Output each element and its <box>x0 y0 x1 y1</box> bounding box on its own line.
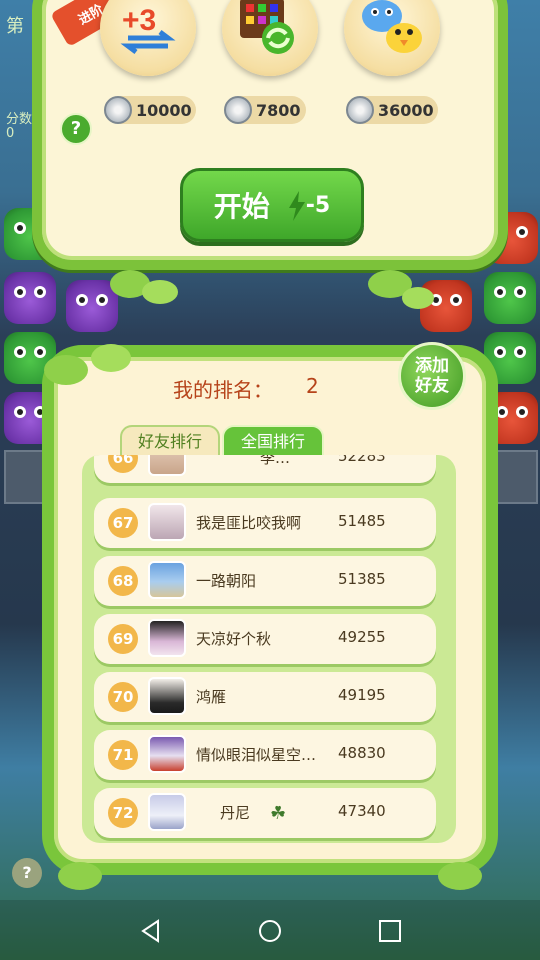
energy-cost: -5 <box>305 192 331 218</box>
avatar <box>148 735 186 773</box>
list-item[interactable]: 72 丹尼 ☘ 47340 <box>94 788 436 838</box>
energy-bolt-icon <box>289 191 305 221</box>
bird-helper-icon <box>362 0 422 53</box>
rank-badge: 68 <box>108 566 138 596</box>
clover-icon: ☘ <box>270 803 287 824</box>
player-name: 天凉好个秋 <box>196 630 272 648</box>
player-name: 鸿雁 <box>196 688 227 706</box>
add-friend-button[interactable]: 添加 好友 <box>398 342 466 410</box>
rank-badge: 67 <box>108 508 138 538</box>
tab-friends-ranking[interactable]: 好友排行 <box>120 425 220 459</box>
ranking-list[interactable]: 66 李… 52283 67 我是匪比咬我啊 51485 68 一路朝阳 513… <box>82 455 456 843</box>
price-bird-helper: 36000 <box>346 96 438 124</box>
vine-leaves-icon <box>110 270 434 309</box>
board-slot <box>494 450 538 504</box>
level-label: 第 <box>6 16 24 37</box>
list-item[interactable]: 67 我是匪比咬我啊 51485 <box>94 498 436 548</box>
avatar <box>148 793 186 831</box>
back-icon[interactable] <box>138 918 164 944</box>
start-button[interactable]: 开始 -5 <box>180 168 364 242</box>
my-rank-label: 我的排名： <box>173 378 273 402</box>
list-item[interactable]: 69 天凉好个秋 49255 <box>94 614 436 664</box>
player-name: 我是匪比咬我啊 <box>196 514 302 532</box>
tab-national-ranking[interactable]: 全国排行 <box>222 425 324 459</box>
booster-color-swap[interactable] <box>222 0 318 76</box>
player-name: 情似眼泪似星空… <box>196 746 317 764</box>
player-score: 47340 <box>338 802 386 820</box>
player-name: 丹尼 <box>220 804 251 822</box>
list-item[interactable]: 68 一路朝阳 51385 <box>94 556 436 606</box>
recent-apps-icon[interactable] <box>377 918 403 944</box>
score-value: 0 <box>6 126 15 141</box>
vine-leaves-icon <box>44 344 131 385</box>
rank-badge: 69 <box>108 624 138 654</box>
player-score: 51485 <box>338 512 386 530</box>
avatar <box>148 561 186 599</box>
home-icon[interactable] <box>257 918 283 944</box>
price-color-swap: 7800 <box>224 96 306 124</box>
start-label: 开始 <box>213 190 270 223</box>
vine-leaves-icon <box>58 862 482 890</box>
price-plus-moves: 10000 <box>104 96 196 124</box>
owl-tile <box>4 272 56 324</box>
avatar <box>148 619 186 657</box>
silver-coin-icon <box>104 96 132 124</box>
color-swap-icon <box>240 0 294 54</box>
player-score: 49195 <box>338 686 386 704</box>
price-value: 7800 <box>256 100 301 120</box>
score-label: 分数 <box>6 112 33 127</box>
price-value: 36000 <box>378 100 434 120</box>
player-score: 48830 <box>338 744 386 762</box>
list-item[interactable]: 71 情似眼泪似星空… 48830 <box>94 730 436 780</box>
plus-three-icon: +3 <box>120 4 176 54</box>
booster-bird-helper[interactable] <box>344 0 440 76</box>
svg-text:+3: +3 <box>122 4 156 37</box>
player-name: 一路朝阳 <box>196 572 257 590</box>
list-item[interactable]: 66 李… 52283 <box>94 455 436 483</box>
my-rank-value: 2 <box>306 374 319 398</box>
frog-tile <box>484 272 536 324</box>
price-value: 10000 <box>136 100 192 120</box>
player-score: 52283 <box>338 455 386 465</box>
player-score: 51385 <box>338 570 386 588</box>
add-friend-line1: 添加 <box>415 356 449 376</box>
player-score: 49255 <box>338 628 386 646</box>
silver-coin-icon <box>224 96 252 124</box>
rank-badge: 66 <box>108 455 138 473</box>
rank-badge: 71 <box>108 740 138 770</box>
booster-plus-moves[interactable]: +3 <box>100 0 196 76</box>
help-button[interactable]: ? <box>60 113 92 145</box>
add-friend-line2: 好友 <box>415 376 449 396</box>
silver-coin-icon <box>346 96 374 124</box>
rank-badge: 72 <box>108 798 138 828</box>
avatar <box>148 677 186 715</box>
help-button[interactable]: ? <box>12 858 42 888</box>
list-item[interactable]: 70 鸿雁 49195 <box>94 672 436 722</box>
rank-badge: 70 <box>108 682 138 712</box>
avatar <box>148 503 186 541</box>
avatar <box>148 455 186 476</box>
